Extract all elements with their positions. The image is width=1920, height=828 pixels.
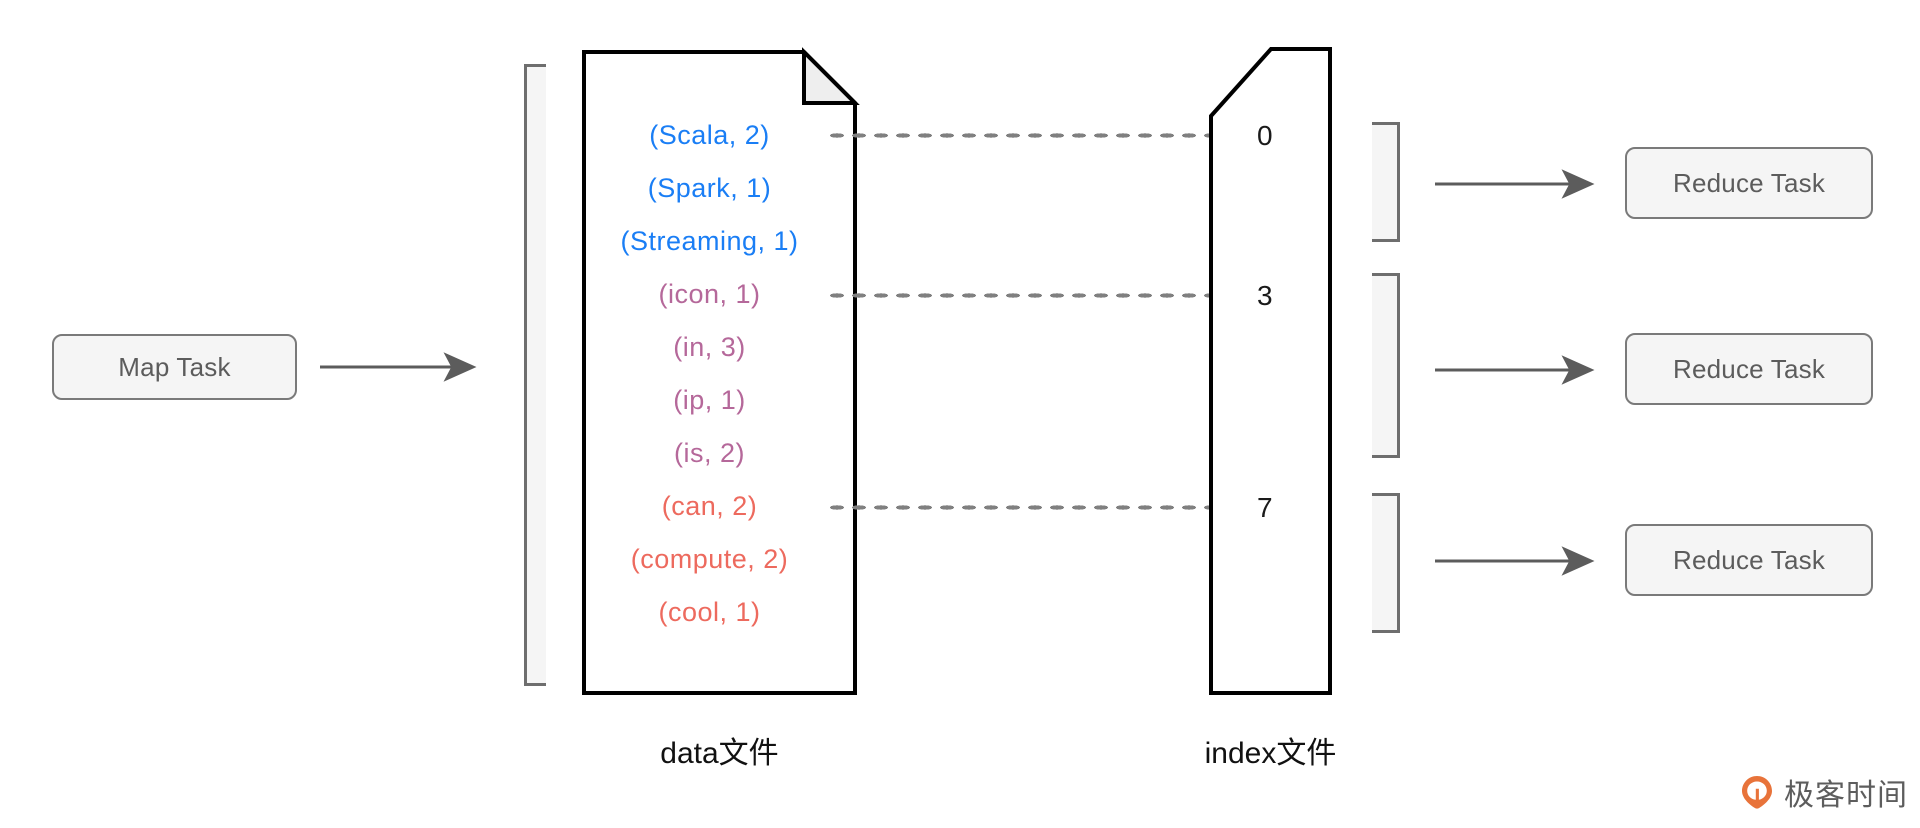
reduce-task-label: Reduce Task [1672, 544, 1826, 575]
data-record: (is, 2) [674, 438, 745, 468]
data-record: (Streaming, 1) [620, 226, 799, 256]
arrow-map-to-data [320, 352, 477, 382]
geektime-logo-icon [1739, 774, 1775, 810]
arrow-to-reduce-1 [1435, 169, 1595, 199]
index-offset: 7 [1257, 492, 1273, 523]
watermark: 极客时间 [1739, 770, 1908, 814]
index-offset: 0 [1257, 120, 1273, 151]
data-record: (Spark, 1) [647, 173, 772, 203]
arrow-to-reduce-2 [1435, 355, 1595, 385]
map-task-label: Map Task [118, 351, 231, 382]
reduce-task-box-3[interactable]: Reduce Task [1625, 524, 1873, 596]
data-record: (ip, 1) [673, 385, 746, 415]
reduce-task-label: Reduce Task [1672, 167, 1826, 198]
index-file-caption: index文件 [1204, 737, 1337, 770]
diagram-canvas: Map Task (Scala, 2) (Spark, 1) (Streamin… [0, 0, 1920, 828]
reduce-task-box-1[interactable]: Reduce Task [1625, 147, 1873, 219]
data-file-caption: data文件 [660, 737, 779, 770]
data-record: (in, 3) [673, 332, 746, 362]
dotted-connector-7 [826, 504, 1244, 511]
data-record: (cool, 1) [658, 597, 761, 627]
data-record: (compute, 2) [630, 544, 789, 574]
reduce-task-label: Reduce Task [1672, 353, 1826, 384]
map-task-box[interactable]: Map Task [52, 334, 297, 400]
watermark-text: 极客时间 [1784, 778, 1908, 813]
arrow-to-reduce-3 [1435, 546, 1595, 576]
right-bracket-2 [1372, 273, 1400, 458]
index-offset: 3 [1257, 280, 1273, 311]
reduce-task-box-2[interactable]: Reduce Task [1625, 333, 1873, 405]
right-bracket-1 [1372, 122, 1400, 242]
dotted-connector-3 [826, 292, 1244, 299]
left-bracket [524, 64, 546, 686]
data-record: (can, 2) [661, 491, 758, 521]
right-bracket-3 [1372, 493, 1400, 633]
data-record: (Scala, 2) [649, 120, 770, 150]
data-record: (icon, 1) [658, 279, 761, 309]
dotted-connector-0 [826, 132, 1244, 139]
